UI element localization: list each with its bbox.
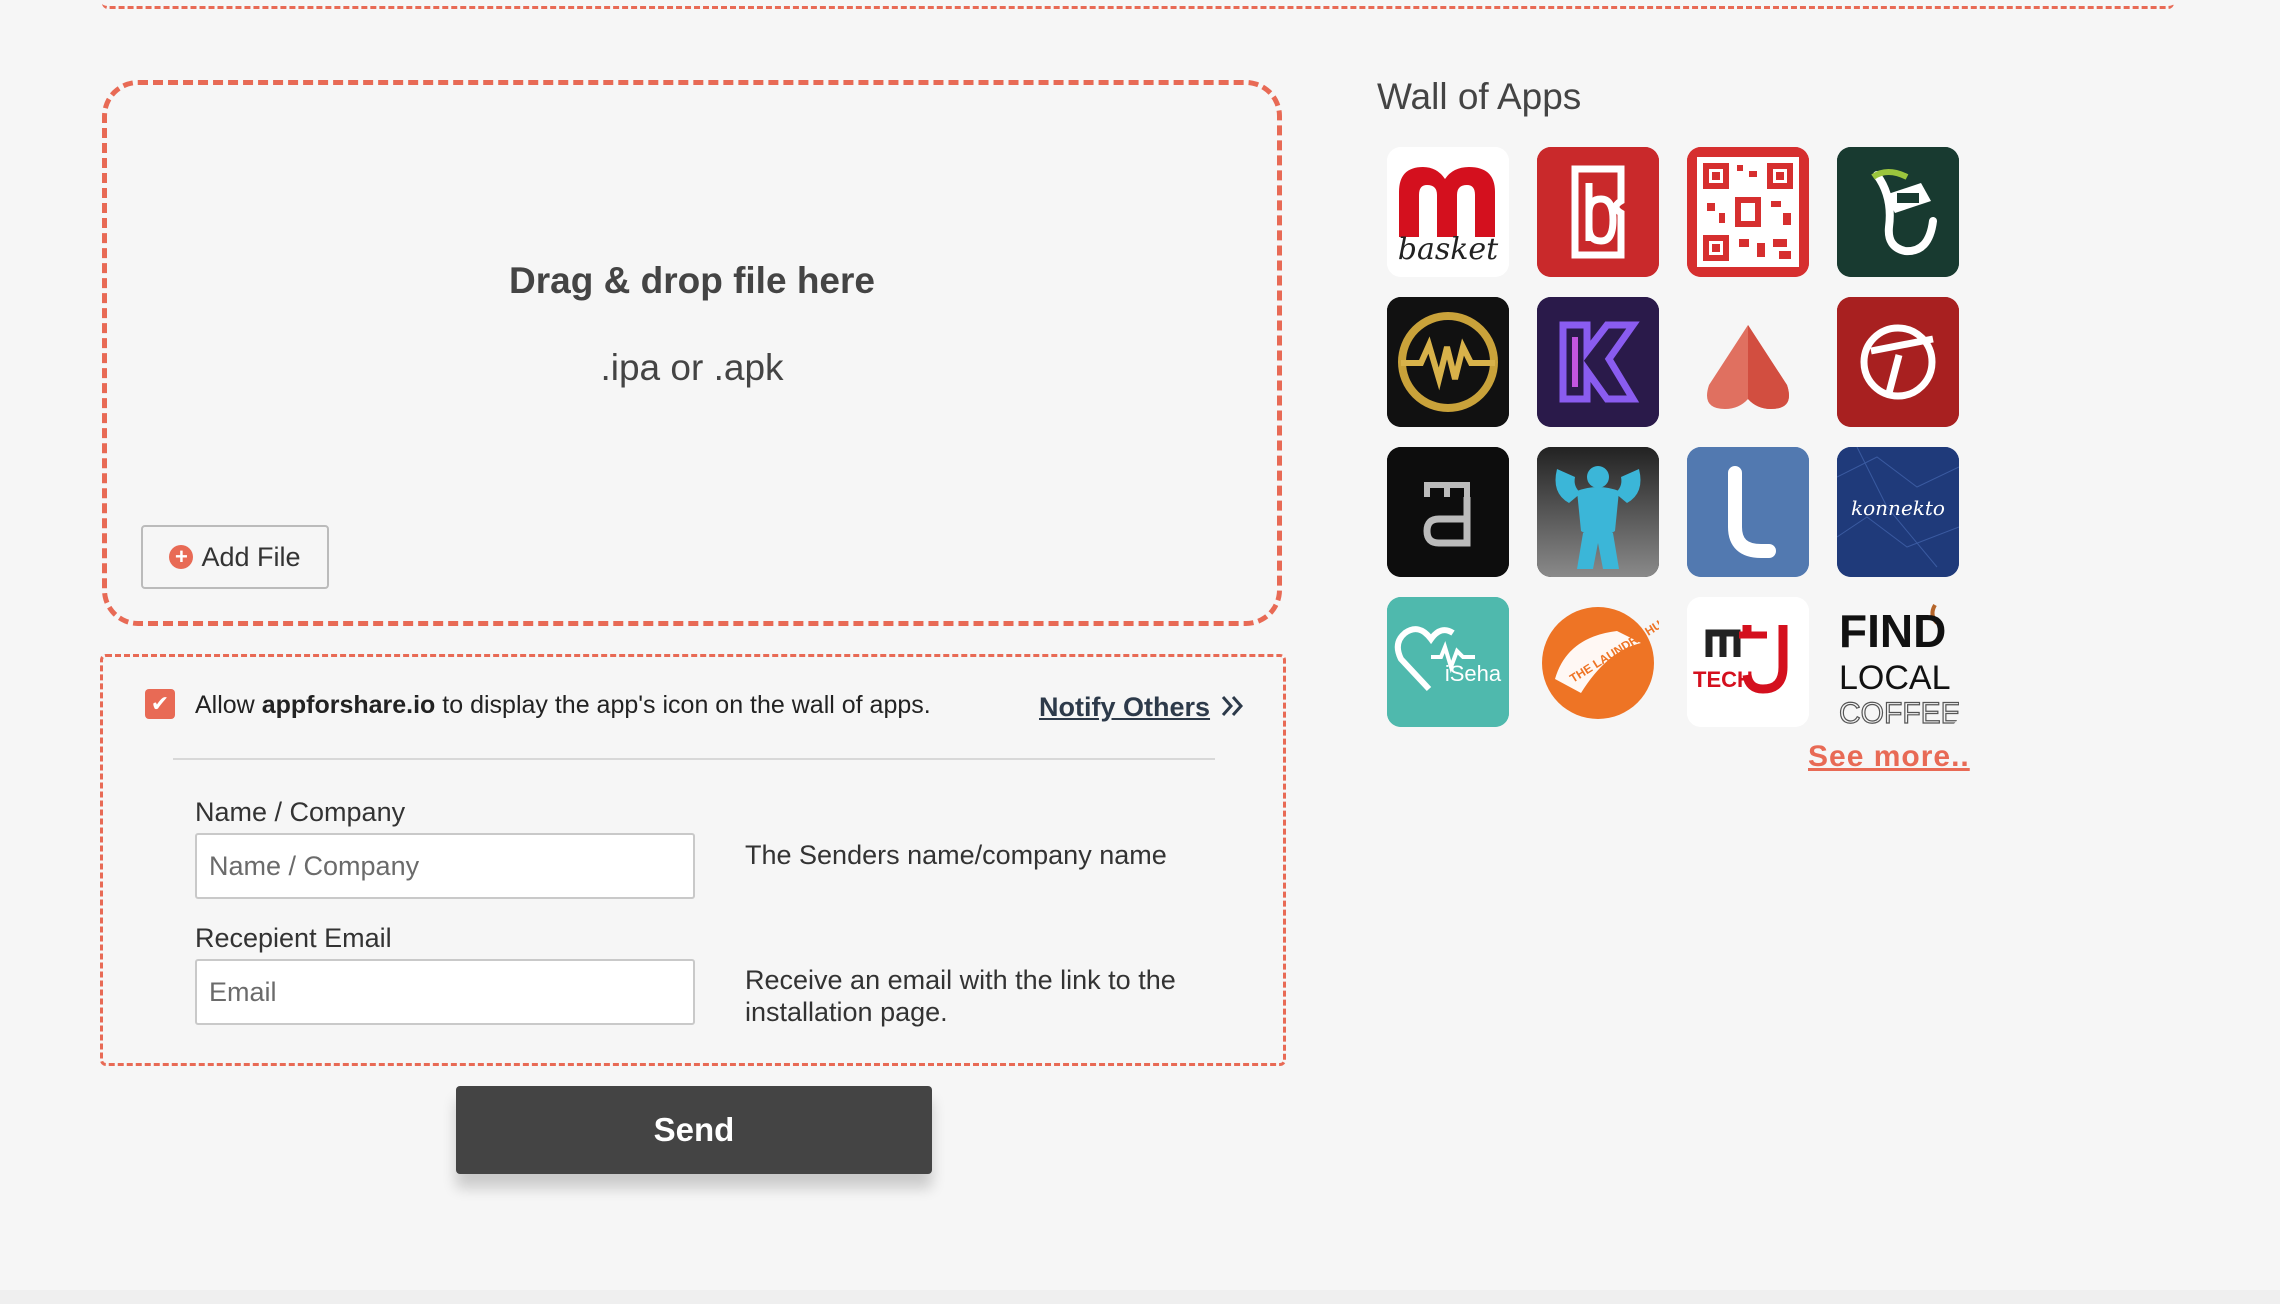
recipient-email-label: Recepient Email <box>195 923 392 953</box>
app-tile-find-local-coffee[interactable]: FIND LOCAL COFFEE <box>1837 597 1959 727</box>
heart-icon <box>1707 325 1789 409</box>
app-tile-red-circle[interactable] <box>1837 297 1959 427</box>
app-tile-gold-pulse[interactable] <box>1387 297 1509 427</box>
app-tile-basket[interactable]: basket <box>1387 147 1509 277</box>
send-button[interactable]: Send <box>456 1086 932 1174</box>
pulse-icon <box>1387 297 1509 427</box>
find-word: FIND <box>1839 605 1946 657</box>
allow-site: appforshare.io <box>261 691 436 719</box>
top-section-border <box>102 0 2174 9</box>
hand-icon <box>1837 147 1959 277</box>
recipient-email-input[interactable] <box>195 959 695 1025</box>
circle-arrow-icon <box>1837 297 1959 427</box>
app-tile-mj-tech[interactable]: TECH <box>1687 597 1809 727</box>
app-tile-fitness[interactable] <box>1537 447 1659 577</box>
wall-of-apps-title: Wall of Apps <box>1377 76 1582 117</box>
drop-zone-subtitle: .ipa or .apk <box>600 347 784 388</box>
l-logo-icon <box>1687 447 1809 577</box>
options-divider <box>173 758 1215 760</box>
app-tile-konnekto[interactable]: konnekto <box>1837 447 1959 577</box>
app-tile-dark-md[interactable] <box>1387 447 1509 577</box>
md-logo-icon <box>1387 447 1509 577</box>
konnekto-logo-text: konnekto <box>1851 496 1945 520</box>
plus-circle-icon: + <box>169 545 194 569</box>
qr-code-icon <box>1687 147 1809 277</box>
b-ticket-icon <box>1537 147 1659 277</box>
app-tile-purple-k[interactable] <box>1537 297 1659 427</box>
share-options-panel: ✔ Allow appforshare.io to display the ap… <box>100 654 1286 1066</box>
allow-suffix: to display the app's icon on the wall of… <box>435 691 931 719</box>
allow-wall-label: Allow appforshare.io to display the app'… <box>195 691 931 720</box>
see-more-link[interactable]: See more.. <box>1808 740 1970 774</box>
mj-logo-icon: TECH <box>1687 597 1809 727</box>
heart-pulse-icon: iSeha <box>1387 597 1509 727</box>
name-company-input[interactable] <box>195 833 695 899</box>
iseha-logo-text: iSeha <box>1445 661 1502 686</box>
laundry-icon: THE LAUNDRY HUB <box>1542 607 1659 719</box>
allow-wall-checkbox[interactable]: ✔ <box>145 689 175 719</box>
add-file-button[interactable]: + Add File <box>141 525 329 589</box>
coffee-icon: FIND LOCAL COFFEE <box>1838 603 1959 727</box>
mj-tech-logo-text: TECH <box>1693 667 1753 692</box>
app-tile-b-ticket[interactable] <box>1537 147 1659 277</box>
app-tile-blue-l[interactable] <box>1687 447 1809 577</box>
app-tile-green-hand[interactable] <box>1837 147 1959 277</box>
notify-others-link[interactable]: Notify Others <box>1039 689 1246 726</box>
app-tile-red-heart[interactable] <box>1687 297 1809 427</box>
muscle-icon <box>1537 447 1659 577</box>
name-company-label: Name / Company <box>195 797 406 827</box>
recipient-email-help: Receive an email with the link to the in… <box>745 965 1176 1027</box>
double-chevron-right-icon <box>1220 689 1246 726</box>
notify-others-label: Notify Others <box>1039 692 1211 722</box>
local-word: LOCAL <box>1839 659 1951 697</box>
name-company-help: The Senders name/company name <box>745 840 1167 870</box>
app-tile-qr-code[interactable] <box>1687 147 1809 277</box>
coffee-word: COFFEE <box>1839 697 1959 727</box>
file-drop-zone[interactable]: Drag & drop file here .ipa or .apk + Add… <box>102 80 1282 626</box>
m-basket-icon: basket <box>1387 147 1509 277</box>
k-logo-icon <box>1537 297 1659 427</box>
add-file-label: Add File <box>201 541 301 572</box>
app-tile-iseha[interactable]: iSeha <box>1387 597 1509 727</box>
page-footer-edge <box>0 1290 2280 1304</box>
basket-logo-text: basket <box>1398 232 1499 267</box>
konnekto-icon: konnekto <box>1837 447 1959 577</box>
drop-zone-title: Drag & drop file here <box>509 260 875 301</box>
allow-prefix: Allow <box>195 691 262 719</box>
app-tile-laundry-hub[interactable]: THE LAUNDRY HUB <box>1537 597 1659 727</box>
